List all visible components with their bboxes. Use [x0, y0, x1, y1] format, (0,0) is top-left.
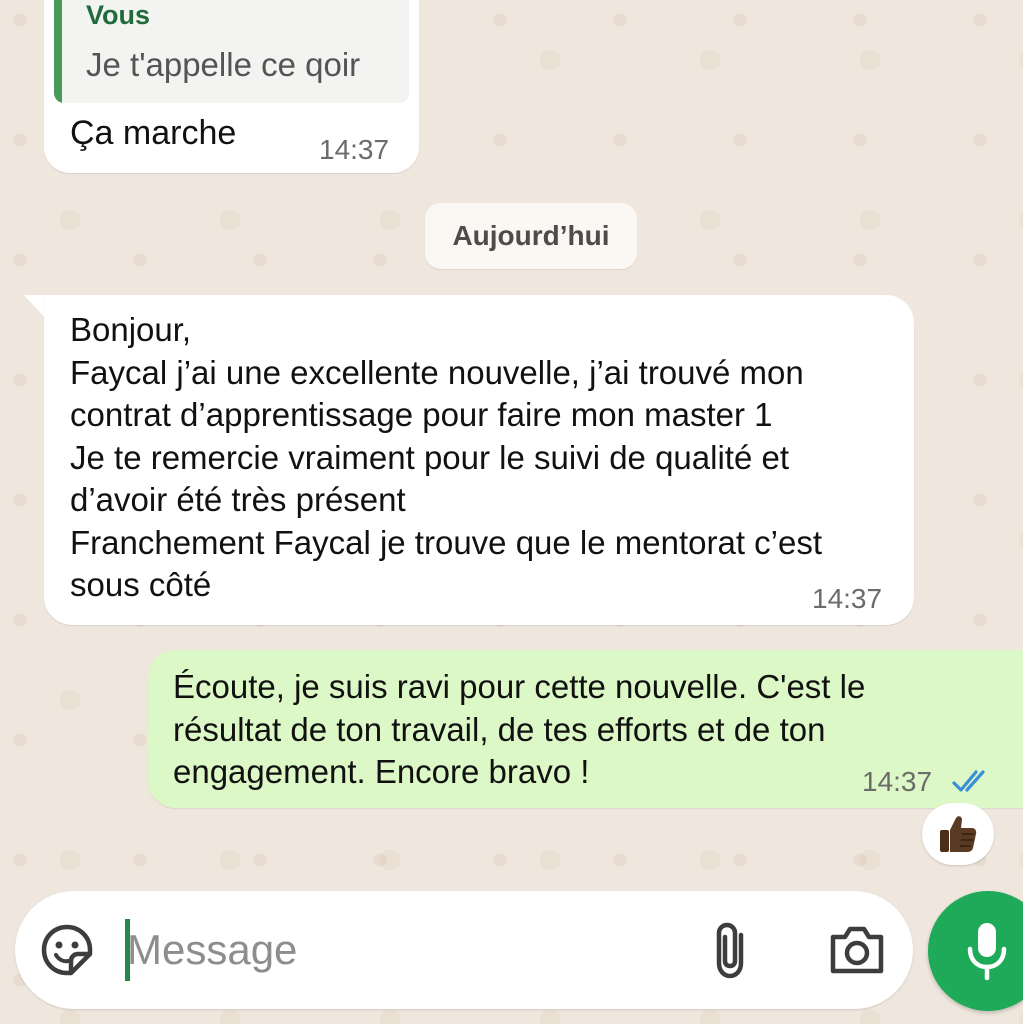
message-bubble-incoming[interactable]: Bonjour, Faycal j’ai une excellente nouv… [44, 295, 914, 625]
message-line: engagement. Encore bravo ! [173, 753, 590, 790]
message-line: d’avoir été très présent [70, 481, 406, 518]
message-line: contrat d’apprentissage pour faire mon m… [70, 396, 773, 433]
message-text: Ça marche [70, 114, 237, 152]
camera-icon[interactable] [827, 923, 887, 977]
message-input[interactable] [127, 915, 687, 985]
message-composer [15, 891, 913, 1009]
message-line: Écoute, je suis ravi pour cette nouvelle… [173, 668, 866, 705]
message-line: Bonjour, [70, 311, 192, 348]
quote-author: Vous [86, 0, 151, 30]
message-bubble-outgoing-reply[interactable]: Vous Je t'appelle ce qoir Ça marche 14:3… [44, 0, 419, 173]
message-time: 14:37 [862, 766, 933, 797]
sticker-icon[interactable] [40, 923, 94, 977]
message-line: Franchement Faycal je trouve que le ment… [70, 523, 823, 561]
message-line: Je te remercie vraiment pour le suivi de… [70, 438, 790, 476]
message-time: 14:37 [319, 134, 390, 165]
microphone-icon [967, 923, 1007, 981]
bubble-tail [24, 295, 46, 319]
thumbs-up-icon [940, 816, 977, 852]
message-reaction[interactable] [922, 803, 994, 865]
message-line: résultat de ton travail, de tes efforts … [173, 710, 826, 748]
quoted-message[interactable]: Vous Je t'appelle ce qoir [54, 0, 409, 103]
quote-text: Je t'appelle ce qoir [86, 46, 361, 83]
message-text: Écoute, je suis ravi pour cette nouvelle… [173, 666, 865, 794]
message-line: Faycal j’ai une excellente nouvelle, j’a… [70, 353, 804, 391]
message-text: Bonjour, Faycal j’ai une excellente nouv… [70, 309, 890, 607]
double-check-read-icon [952, 770, 985, 792]
quote-accent-bar [54, 0, 62, 103]
message-time: 14:37 [812, 583, 883, 614]
date-separator-label: Aujourd’hui [452, 220, 610, 251]
date-separator: Aujourd’hui [425, 203, 637, 269]
paperclip-icon[interactable] [705, 921, 759, 981]
message-line: sous côté [70, 566, 212, 603]
message-bubble-outgoing[interactable]: Écoute, je suis ravi pour cette nouvelle… [148, 650, 1023, 808]
